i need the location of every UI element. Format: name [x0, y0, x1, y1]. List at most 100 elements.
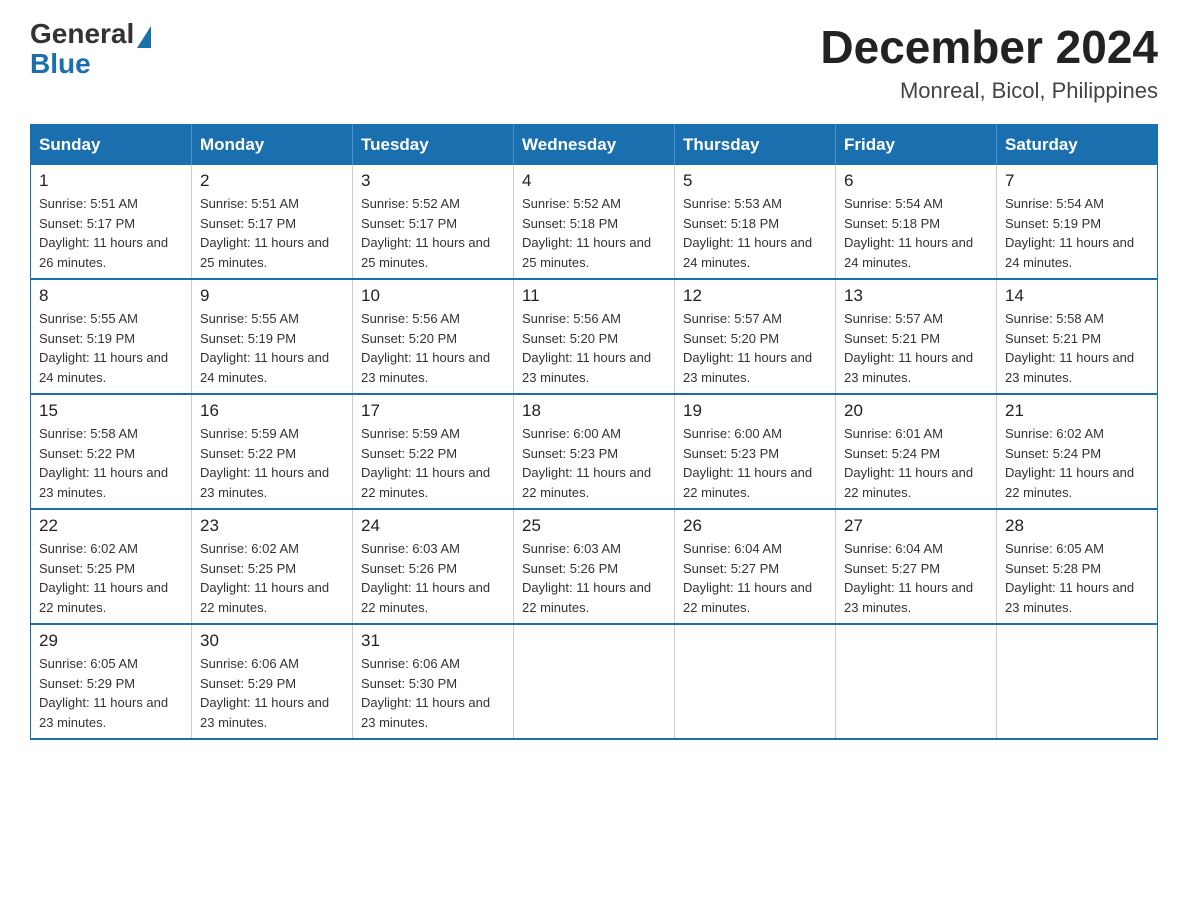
- calendar-cell: 25Sunrise: 6:03 AMSunset: 5:26 PMDayligh…: [514, 509, 675, 624]
- calendar-cell: 26 Sunrise: 6:04 AMSunset: 5:27 PMDayligh…: [675, 509, 836, 624]
- calendar-cell: 9 Sunrise: 5:55 AMSunset: 5:19 PMDaylight…: [192, 279, 353, 394]
- day-number: 26: [683, 516, 827, 536]
- day-info: Sunrise: 5:56 AMSunset: 5:20 PMDaylight:…: [361, 311, 490, 385]
- header-day-thursday: Thursday: [675, 125, 836, 166]
- day-info: Sunrise: 5:55 AMSunset: 5:19 PMDaylight:…: [39, 311, 168, 385]
- calendar-cell: 28 Sunrise: 6:05 AMSunset: 5:28 PMDayligh…: [997, 509, 1158, 624]
- calendar-cell: 14Sunrise: 5:58 AMSunset: 5:21 PMDayligh…: [997, 279, 1158, 394]
- day-number: 28: [1005, 516, 1149, 536]
- calendar-cell: 3 Sunrise: 5:52 AMSunset: 5:17 PMDaylight…: [353, 165, 514, 279]
- calendar-cell: [997, 624, 1158, 739]
- page-header: GeneralBlue December 2024 Monreal, Bicol, …: [30, 20, 1158, 104]
- header-day-friday: Friday: [836, 125, 997, 166]
- calendar-cell: 19 Sunrise: 6:00 AMSunset: 5:23 PMDayligh…: [675, 394, 836, 509]
- calendar-cell: [675, 624, 836, 739]
- calendar-cell: 13Sunrise: 5:57 AMSunset: 5:21 PMDayligh…: [836, 279, 997, 394]
- day-number: 20: [844, 401, 988, 421]
- logo-blue-text: Blue: [30, 50, 91, 78]
- calendar-cell: [836, 624, 997, 739]
- logo-general-text: General: [30, 20, 134, 48]
- day-info: Sunrise: 5:54 AMSunset: 5:19 PMDaylight:…: [1005, 196, 1134, 270]
- day-info: Sunrise: 6:02 AMSunset: 5:25 PMDaylight:…: [39, 541, 168, 615]
- logo: GeneralBlue: [30, 20, 151, 78]
- header-row: SundayMondayTuesdayWednesdayThursdayFrid…: [31, 125, 1158, 166]
- month-year-title: December 2024: [820, 20, 1158, 74]
- day-info: Sunrise: 5:59 AMSunset: 5:22 PMDaylight:…: [361, 426, 490, 500]
- calendar-cell: 8 Sunrise: 5:55 AMSunset: 5:19 PMDaylight…: [31, 279, 192, 394]
- day-info: Sunrise: 5:51 AMSunset: 5:17 PMDaylight:…: [200, 196, 329, 270]
- logo-triangle-icon: [137, 26, 151, 48]
- day-number: 27: [844, 516, 988, 536]
- day-number: 21: [1005, 401, 1149, 421]
- day-info: Sunrise: 5:51 AMSunset: 5:17 PMDaylight:…: [39, 196, 168, 270]
- day-info: Sunrise: 6:03 AMSunset: 5:26 PMDaylight:…: [522, 541, 651, 615]
- day-info: Sunrise: 5:59 AMSunset: 5:22 PMDaylight:…: [200, 426, 329, 500]
- day-number: 10: [361, 286, 505, 306]
- calendar-header: SundayMondayTuesdayWednesdayThursdayFrid…: [31, 125, 1158, 166]
- day-info: Sunrise: 5:57 AMSunset: 5:20 PMDaylight:…: [683, 311, 812, 385]
- week-row-3: 15 Sunrise: 5:58 AMSunset: 5:22 PMDayligh…: [31, 394, 1158, 509]
- day-info: Sunrise: 5:57 AMSunset: 5:21 PMDaylight:…: [844, 311, 973, 385]
- day-info: Sunrise: 5:54 AMSunset: 5:18 PMDaylight:…: [844, 196, 973, 270]
- calendar-body: 1 Sunrise: 5:51 AMSunset: 5:17 PMDaylight…: [31, 165, 1158, 739]
- day-number: 5: [683, 171, 827, 191]
- day-number: 15: [39, 401, 183, 421]
- day-info: Sunrise: 5:52 AMSunset: 5:18 PMDaylight:…: [522, 196, 651, 270]
- day-number: 24: [361, 516, 505, 536]
- calendar-cell: 12 Sunrise: 5:57 AMSunset: 5:20 PMDayligh…: [675, 279, 836, 394]
- day-info: Sunrise: 6:06 AMSunset: 5:30 PMDaylight:…: [361, 656, 490, 730]
- day-info: Sunrise: 5:58 AMSunset: 5:22 PMDaylight:…: [39, 426, 168, 500]
- day-number: 14: [1005, 286, 1149, 306]
- day-number: 8: [39, 286, 183, 306]
- day-info: Sunrise: 6:06 AMSunset: 5:29 PMDaylight:…: [200, 656, 329, 730]
- day-number: 30: [200, 631, 344, 651]
- day-number: 2: [200, 171, 344, 191]
- day-info: Sunrise: 6:00 AMSunset: 5:23 PMDaylight:…: [683, 426, 812, 500]
- day-info: Sunrise: 6:05 AMSunset: 5:28 PMDaylight:…: [1005, 541, 1134, 615]
- day-number: 1: [39, 171, 183, 191]
- day-info: Sunrise: 6:04 AMSunset: 5:27 PMDaylight:…: [683, 541, 812, 615]
- week-row-4: 22 Sunrise: 6:02 AMSunset: 5:25 PMDayligh…: [31, 509, 1158, 624]
- calendar-cell: 6Sunrise: 5:54 AMSunset: 5:18 PMDaylight…: [836, 165, 997, 279]
- day-number: 17: [361, 401, 505, 421]
- calendar-cell: 11Sunrise: 5:56 AMSunset: 5:20 PMDayligh…: [514, 279, 675, 394]
- day-info: Sunrise: 5:52 AMSunset: 5:17 PMDaylight:…: [361, 196, 490, 270]
- location-title: Monreal, Bicol, Philippines: [820, 78, 1158, 104]
- day-info: Sunrise: 6:03 AMSunset: 5:26 PMDaylight:…: [361, 541, 490, 615]
- header-day-tuesday: Tuesday: [353, 125, 514, 166]
- day-number: 12: [683, 286, 827, 306]
- calendar-cell: 18Sunrise: 6:00 AMSunset: 5:23 PMDayligh…: [514, 394, 675, 509]
- day-info: Sunrise: 5:56 AMSunset: 5:20 PMDaylight:…: [522, 311, 651, 385]
- calendar-cell: 15 Sunrise: 5:58 AMSunset: 5:22 PMDayligh…: [31, 394, 192, 509]
- calendar-cell: 31 Sunrise: 6:06 AMSunset: 5:30 PMDayligh…: [353, 624, 514, 739]
- calendar-cell: 17 Sunrise: 5:59 AMSunset: 5:22 PMDayligh…: [353, 394, 514, 509]
- day-number: 9: [200, 286, 344, 306]
- calendar-cell: 24 Sunrise: 6:03 AMSunset: 5:26 PMDayligh…: [353, 509, 514, 624]
- week-row-1: 1 Sunrise: 5:51 AMSunset: 5:17 PMDaylight…: [31, 165, 1158, 279]
- calendar-cell: 21Sunrise: 6:02 AMSunset: 5:24 PMDayligh…: [997, 394, 1158, 509]
- calendar-cell: 29 Sunrise: 6:05 AMSunset: 5:29 PMDayligh…: [31, 624, 192, 739]
- calendar-cell: 22 Sunrise: 6:02 AMSunset: 5:25 PMDayligh…: [31, 509, 192, 624]
- day-info: Sunrise: 6:01 AMSunset: 5:24 PMDaylight:…: [844, 426, 973, 500]
- calendar-cell: 30 Sunrise: 6:06 AMSunset: 5:29 PMDayligh…: [192, 624, 353, 739]
- day-number: 29: [39, 631, 183, 651]
- day-number: 16: [200, 401, 344, 421]
- day-info: Sunrise: 6:05 AMSunset: 5:29 PMDaylight:…: [39, 656, 168, 730]
- calendar-cell: 20 Sunrise: 6:01 AMSunset: 5:24 PMDayligh…: [836, 394, 997, 509]
- day-number: 19: [683, 401, 827, 421]
- day-number: 31: [361, 631, 505, 651]
- day-number: 4: [522, 171, 666, 191]
- day-info: Sunrise: 6:00 AMSunset: 5:23 PMDaylight:…: [522, 426, 651, 500]
- calendar-cell: 4 Sunrise: 5:52 AMSunset: 5:18 PMDaylight…: [514, 165, 675, 279]
- day-number: 3: [361, 171, 505, 191]
- calendar-cell: 10 Sunrise: 5:56 AMSunset: 5:20 PMDayligh…: [353, 279, 514, 394]
- day-number: 22: [39, 516, 183, 536]
- calendar-cell: 2 Sunrise: 5:51 AMSunset: 5:17 PMDaylight…: [192, 165, 353, 279]
- calendar-cell: 23Sunrise: 6:02 AMSunset: 5:25 PMDayligh…: [192, 509, 353, 624]
- calendar-cell: [514, 624, 675, 739]
- day-info: Sunrise: 6:02 AMSunset: 5:25 PMDaylight:…: [200, 541, 329, 615]
- header-day-sunday: Sunday: [31, 125, 192, 166]
- day-info: Sunrise: 5:55 AMSunset: 5:19 PMDaylight:…: [200, 311, 329, 385]
- header-day-saturday: Saturday: [997, 125, 1158, 166]
- calendar-cell: 7Sunrise: 5:54 AMSunset: 5:19 PMDaylight…: [997, 165, 1158, 279]
